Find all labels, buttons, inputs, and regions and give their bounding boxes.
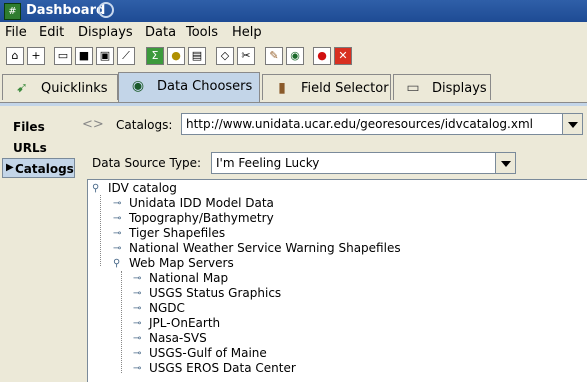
data-source-type-select[interactable]: I'm Feeling Lucky [211, 152, 516, 174]
tree-collapsed-icon[interactable]: ⊸ [113, 198, 125, 210]
tree-collapsed-icon[interactable]: ⊸ [113, 213, 125, 225]
chevron-down-icon[interactable] [562, 114, 582, 134]
menu-file[interactable]: File [5, 25, 27, 40]
toolbar: ⌂ + ▭ ■ ▣ ⟋ Σ ● ▤ ◇ ✂ ✎ ◉ ● ✕ [0, 44, 587, 70]
globe-icon[interactable]: ◉ [286, 47, 304, 65]
tree-root-label: IDV catalog [108, 181, 177, 195]
tree-leaf-label: NGDC [149, 301, 185, 315]
idea-icon[interactable]: ● [167, 47, 185, 65]
tree-leaf-label: Nasa-SVS [149, 331, 207, 345]
open-folder-icon[interactable]: ▭ [54, 47, 72, 65]
tree-collapsed-icon[interactable]: ⊸ [113, 228, 125, 240]
catalog-url-value: http://www.unidata.ucar.edu/georesources… [186, 117, 533, 131]
tab-divider [0, 102, 587, 106]
menu-help[interactable]: Help [232, 25, 262, 40]
menu-bar: File Edit Displays Data Tools Help [0, 22, 587, 44]
tree-leaf-label: USGS-Gulf of Maine [149, 346, 267, 360]
tree-node-label: Unidata IDD Model Data [129, 196, 274, 210]
nav-item-files[interactable]: Files [2, 117, 75, 137]
display-icon[interactable]: ▤ [188, 47, 206, 65]
menu-tools[interactable]: Tools [186, 25, 218, 40]
title-bar[interactable]: # Dashboard [0, 0, 587, 22]
stop-icon[interactable]: ● [313, 47, 331, 65]
tab-field-selector-label: Field Selector [301, 81, 389, 96]
chooser-nav: Files URLs ▶ Catalogs [2, 112, 75, 382]
cut-icon[interactable]: ✂ [237, 47, 255, 65]
nav-item-urls-label: URLs [13, 141, 47, 155]
tab-displays-label: Displays [432, 81, 487, 96]
menu-displays[interactable]: Displays [78, 25, 133, 40]
quicklinks-icon: ➹ [16, 80, 28, 96]
tree-expanded-icon[interactable]: ⚲ [113, 258, 125, 270]
tab-data-choosers[interactable]: ◉ Data Choosers [118, 72, 260, 102]
menu-data[interactable]: Data [145, 25, 176, 40]
pencil-icon[interactable]: ✎ [265, 47, 283, 65]
tab-field-selector[interactable]: ▮ Field Selector [262, 74, 391, 100]
tree-node-label: Tiger Shapefiles [129, 226, 226, 240]
tree-node-label: National Weather Service Warning Shapefi… [129, 241, 401, 255]
tree-node-label: Topography/Bathymetry [129, 211, 274, 225]
catalog-tree[interactable]: ⚲ IDV catalog ⊸ Unidata IDD Model Data ⊸… [87, 179, 587, 382]
tree-leaf-label: National Map [149, 271, 229, 285]
main-tabs: ➹ Quicklinks ◉ Data Choosers ▮ Field Sel… [0, 70, 587, 102]
erase-icon[interactable]: ◇ [216, 47, 234, 65]
tab-data-choosers-label: Data Choosers [157, 79, 253, 94]
tree-leaf-label: USGS Status Graphics [149, 286, 282, 300]
tree-leaf-icon: ⊸ [133, 363, 142, 374]
nav-item-urls[interactable]: URLs [2, 138, 75, 158]
menu-edit[interactable]: Edit [39, 25, 64, 40]
chevron-down-icon[interactable] [495, 153, 515, 173]
close-icon[interactable]: ✕ [334, 47, 352, 65]
data-source-type-label: Data Source Type: [92, 156, 202, 170]
save-as-icon[interactable]: ▣ [96, 47, 114, 65]
swirl-icon [98, 2, 114, 18]
tree-collapsed-icon[interactable]: ⊸ [113, 243, 125, 255]
wizard-icon[interactable]: ⟋ [117, 47, 135, 65]
tree-leaf-icon: ⊸ [133, 273, 142, 284]
nav-item-catalogs[interactable]: ▶ Catalogs [2, 158, 75, 178]
catalog-nav-arrows[interactable]: <> [82, 117, 104, 132]
tree-leaf-icon: ⊸ [133, 318, 142, 329]
tree-expanded-icon[interactable]: ⚲ [92, 183, 104, 195]
tree-leaf-icon: ⊸ [133, 348, 142, 359]
nav-item-files-label: Files [13, 120, 45, 134]
tree-leaf-icon: ⊸ [133, 333, 142, 344]
catalogs-label: Catalogs: [116, 118, 173, 132]
tab-displays[interactable]: ▭ Displays [393, 74, 491, 100]
tree-leaf-label: USGS EROS Data Center [149, 361, 296, 375]
data-choosers-icon: ◉ [131, 78, 145, 94]
tree-leaf-label: JPL-OnEarth [149, 316, 221, 330]
selected-arrow-icon: ▶ [6, 162, 14, 173]
tab-quicklinks[interactable]: ➹ Quicklinks [2, 74, 118, 100]
monitor-icon: ▭ [406, 80, 420, 96]
home-icon[interactable]: ⌂ [6, 47, 24, 65]
save-icon[interactable]: ■ [75, 47, 93, 65]
window-title: Dashboard [26, 3, 106, 18]
tree-leaf-icon: ⊸ [133, 288, 142, 299]
tree-node-label: Web Map Servers [129, 256, 234, 270]
idv-app-icon: # [4, 3, 21, 20]
new-doc-icon[interactable]: + [27, 47, 45, 65]
data-source-type-value: I'm Feeling Lucky [216, 156, 320, 170]
catalog-url-combo[interactable]: http://www.unidata.ucar.edu/georesources… [181, 113, 583, 135]
nav-item-catalogs-label: Catalogs [15, 162, 74, 176]
tab-quicklinks-label: Quicklinks [41, 81, 108, 96]
tree-leaf-icon: ⊸ [133, 303, 142, 314]
formula-icon[interactable]: Σ [146, 47, 164, 65]
clipboard-icon: ▮ [278, 80, 286, 96]
